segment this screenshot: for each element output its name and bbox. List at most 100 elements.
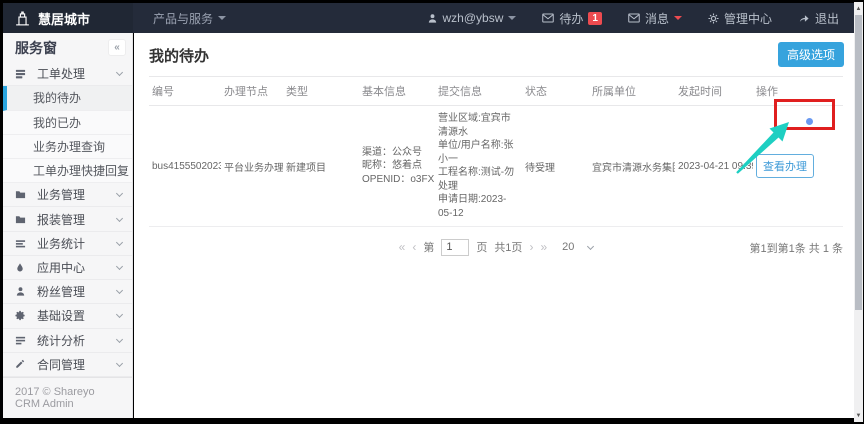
prev-page-icon[interactable]: ‹ [412,240,416,254]
page-label-before: 第 [423,239,434,255]
messages-menu[interactable]: 消息 [628,10,682,27]
sidebar-item-basic-settings[interactable]: 基础设置 [3,304,132,328]
tasks-icon [15,68,30,79]
main-content: 我的待办 高级选项 编号 办理节点 类型 基本信息 提交信息 状态 所属单位 发… [134,33,855,418]
col-header-basic-info: 基本信息 [359,77,435,105]
products-services-menu[interactable]: 产品与服务 [153,10,226,27]
last-page-icon[interactable]: » [540,240,547,254]
subitem-label: 工单办理快捷回复 [33,162,129,179]
user-icon [15,286,30,297]
sidebar-subitem-quick-reply[interactable]: 工单办理快捷回复 [3,159,132,183]
chevron-down-icon [116,215,123,222]
cell-type: 新建项目 [283,153,359,180]
logout-label: 退出 [815,10,839,27]
sidebar-header: 服务窗 « [3,33,132,62]
sidebar-collapse-button[interactable]: « [108,39,126,56]
vertical-scrollbar[interactable]: ▲ ▼ [854,2,863,422]
cell-actions: 查看办理 [753,148,833,184]
sidebar-title: 服务窗 [15,38,57,58]
sidebar-subitem-my-done[interactable]: 我的已办 [3,111,132,135]
pages-total-label: 共1页 [494,239,522,255]
chevron-down-icon [116,190,123,197]
scroll-up-icon[interactable]: ▲ [854,3,863,14]
submit-info-line: 工程名称:测试-勿处理 [438,166,519,193]
sidebar-item-label: 粉丝管理 [37,283,85,300]
col-header-org: 所属单位 [589,77,675,105]
chevron-down-icon [587,242,594,249]
chevron-down-icon [674,16,682,20]
sidebar-item-business-mgmt[interactable]: 业务管理 [3,183,132,207]
sidebar-subitem-business-query[interactable]: 业务办理查询 [3,135,132,159]
sidebar-item-label: 业务统计 [37,235,85,252]
folder-icon [15,214,30,225]
submit-info-line: 单位/用户名称:张小一 [438,139,519,166]
brand-logo[interactable]: 慧居城市 [3,3,133,33]
submit-info-line: 营业区域:宜宾市清源水 [438,112,519,139]
sidebar-item-app-center[interactable]: 应用中心 [3,256,132,280]
advanced-options-button[interactable]: 高级选项 [778,42,844,67]
todo-table: 编号 办理节点 类型 基本信息 提交信息 状态 所属单位 发起时间 操作 bus… [149,76,843,227]
col-header-node: 办理节点 [221,77,283,105]
todo-menu[interactable]: 待办 1 [542,10,602,27]
first-page-icon[interactable]: « [399,240,406,254]
sidebar-item-label: 应用中心 [37,259,85,276]
col-header-actions: 操作 [753,77,833,105]
table-header-row: 编号 办理节点 类型 基本信息 提交信息 状态 所属单位 发起时间 操作 [149,76,843,106]
scrollbar-thumb[interactable] [855,15,862,310]
basic-info-line: OPENID：o3FXFsx02IDI [362,173,432,187]
todo-label: 待办 [559,10,583,27]
col-header-submit-info: 提交信息 [435,77,522,105]
basic-info-line: 渠道：公众号 [362,146,432,160]
building-icon [14,10,31,27]
chevron-down-icon [116,239,123,246]
cell-start-time: 2023-04-21 09:39:08 [675,155,753,178]
table-row: bus4155502023042109. 平台业务办理 新建项目 渠道：公众号 … [149,106,843,227]
logout-menu[interactable]: 退出 [798,10,839,27]
folder-icon [15,189,30,200]
chevron-down-icon [116,311,123,318]
chevron-down-icon [508,16,516,20]
basic-info-line: 昵称：悠着点 [362,159,432,173]
user-menu[interactable]: wzh@ybsw [427,11,517,25]
pagination-bar: « ‹ 第 页 共1页 › » 20 第1到第1条 共 1 条 [149,235,843,259]
chevron-down-icon [116,263,123,270]
envelope-icon [542,13,554,23]
products-services-label: 产品与服务 [153,10,213,27]
sidebar-item-label: 基础设置 [37,307,85,324]
scroll-down-icon[interactable]: ▼ [854,410,863,421]
submit-info-line: 申请日期:2023-05-12 [438,193,519,220]
messages-label: 消息 [645,10,669,27]
topbar-right-group: wzh@ybsw 待办 1 消息 管理中心 退出 [427,10,856,27]
cell-org: 宜宾市清源水务集团有限 [589,153,675,180]
view-handle-button[interactable]: 查看办理 [756,154,814,178]
sidebar-subitem-my-todo[interactable]: 我的待办 [3,86,132,110]
admin-center-label: 管理中心 [724,10,772,27]
sidebar-item-install-mgmt[interactable]: 报装管理 [3,207,132,231]
brand-name: 慧居城市 [38,9,90,28]
cell-status: 待受理 [522,153,589,180]
sidebar-item-stats-analysis[interactable]: 统计分析 [3,329,132,353]
col-header-type: 类型 [283,77,359,105]
sidebar-item-business-stats[interactable]: 业务统计 [3,232,132,256]
next-page-icon[interactable]: › [529,240,533,254]
cell-node: 平台业务办理 [221,153,283,180]
admin-center-menu[interactable]: 管理中心 [708,10,772,27]
page-number-input[interactable] [441,239,469,256]
subitem-label: 我的待办 [33,89,81,106]
col-header-status: 状态 [522,77,589,105]
user-email: wzh@ybsw [443,11,504,25]
sidebar-item-contract-mgmt[interactable]: 合同管理 [3,353,132,377]
sidebar-item-fans-mgmt[interactable]: 粉丝管理 [3,280,132,304]
sidebar-item-label: 报装管理 [37,211,85,228]
chevron-down-icon [116,287,123,294]
page-size-select[interactable]: 20 [562,241,593,253]
sidebar-item-work-orders[interactable]: 工单处理 [3,62,132,86]
sidebar-item-label: 工单处理 [37,65,85,82]
copyright-footer: 2017 © Shareyo CRM Admin [3,377,132,418]
bar-chart-icon [15,238,30,249]
sidebar: 服务窗 « 工单处理 我的待办 我的已办 业务办理查询 工单办理快捷回复 业务管… [3,33,133,418]
top-navigation-bar: 慧居城市 产品与服务 wzh@ybsw 待办 1 消息 [3,3,855,33]
todo-count-badge: 1 [588,12,602,25]
chevron-down-icon [116,360,123,367]
envelope-icon [628,13,640,23]
